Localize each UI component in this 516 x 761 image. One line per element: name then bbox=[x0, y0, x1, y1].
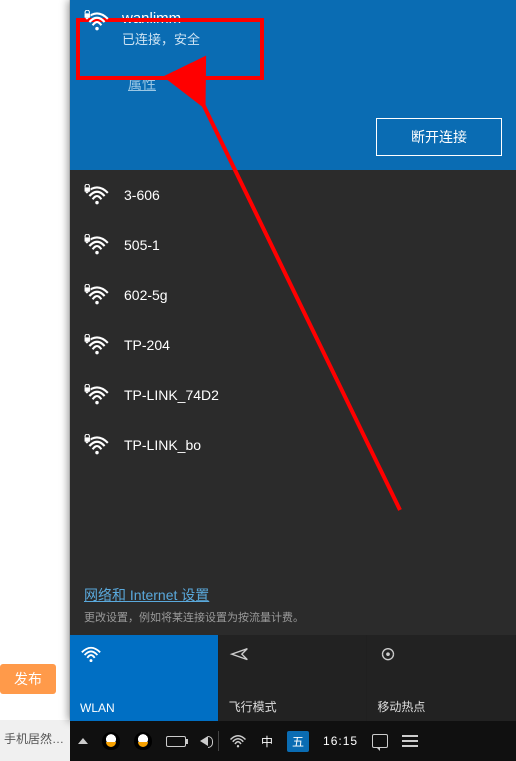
tray-app-qq[interactable] bbox=[130, 721, 156, 761]
tray-clock[interactable]: 16:15 bbox=[319, 721, 362, 761]
tile-wlan[interactable]: WLAN bbox=[70, 635, 219, 721]
tile-label: 移动热点 bbox=[377, 698, 505, 715]
network-ssid: 602-5g bbox=[124, 287, 168, 303]
network-item[interactable]: TP-LINK_74D2 bbox=[70, 370, 516, 420]
connected-network[interactable]: wanlimm 已连接，安全 属性 断开连接 bbox=[70, 0, 516, 170]
wifi-icon bbox=[229, 733, 247, 749]
ime-day-badge: 五 bbox=[287, 731, 309, 752]
publish-button[interactable]: 发布 bbox=[0, 664, 56, 694]
network-ssid: 505-1 bbox=[124, 237, 160, 253]
lines-icon bbox=[402, 735, 418, 747]
wifi-secured-icon bbox=[84, 334, 110, 356]
quick-action-tiles: WLAN 飞行模式 移动热点 bbox=[70, 635, 516, 721]
wifi-secured-icon bbox=[84, 184, 110, 206]
connected-ssid: wanlimm bbox=[122, 10, 200, 27]
divider bbox=[218, 731, 219, 751]
network-item[interactable]: 505-1 bbox=[70, 220, 516, 270]
disconnect-button[interactable]: 断开连接 bbox=[376, 118, 502, 156]
network-item[interactable]: 3-606 bbox=[70, 170, 516, 220]
wifi-secured-icon bbox=[84, 10, 110, 32]
penguin-icon bbox=[134, 732, 152, 750]
wifi-secured-icon bbox=[84, 284, 110, 306]
wifi-secured-icon bbox=[84, 434, 110, 456]
connected-status: 已连接，安全 bbox=[122, 29, 200, 48]
penguin-icon bbox=[102, 732, 120, 750]
network-item[interactable]: TP-LINK_bo bbox=[70, 420, 516, 470]
tile-hotspot[interactable]: 移动热点 bbox=[367, 635, 516, 721]
properties-link[interactable]: 属性 bbox=[128, 74, 502, 94]
page-snippet-text: 手机居然… bbox=[0, 728, 68, 749]
tray-network[interactable] bbox=[225, 721, 251, 761]
tile-label: 飞行模式 bbox=[229, 698, 357, 715]
wifi-secured-icon bbox=[84, 384, 110, 406]
ime-day[interactable]: 五 bbox=[283, 721, 313, 761]
network-ssid: 3-606 bbox=[124, 187, 160, 203]
tile-label: WLAN bbox=[80, 701, 208, 715]
tray-task-view[interactable] bbox=[398, 721, 422, 761]
tile-airplane[interactable]: 飞行模式 bbox=[219, 635, 368, 721]
tray-app-qq[interactable] bbox=[98, 721, 124, 761]
tray-volume[interactable] bbox=[196, 721, 212, 761]
network-ssid: TP-LINK_74D2 bbox=[124, 387, 219, 403]
battery-icon bbox=[166, 736, 186, 747]
available-networks-list: 3-606 505-1 602-5g TP-204 TP-LINK_74D2 bbox=[70, 170, 516, 577]
airplane-icon bbox=[229, 645, 251, 665]
network-settings-link[interactable]: 网络和 Internet 设置 bbox=[84, 585, 502, 605]
tray-action-center[interactable] bbox=[368, 721, 392, 761]
network-flyout: wanlimm 已连接，安全 属性 断开连接 3-606 505-1 602-5… bbox=[70, 0, 516, 721]
notification-icon bbox=[372, 734, 388, 748]
wifi-icon bbox=[80, 645, 102, 665]
hotspot-icon bbox=[377, 645, 399, 665]
taskbar: 中 五 16:15 bbox=[70, 721, 516, 761]
chevron-up-icon bbox=[78, 738, 88, 744]
network-ssid: TP-LINK_bo bbox=[124, 437, 201, 453]
tray-expand-button[interactable] bbox=[74, 721, 92, 761]
network-item[interactable]: TP-204 bbox=[70, 320, 516, 370]
ime-language[interactable]: 中 bbox=[257, 721, 277, 761]
network-settings-subtext: 更改设置，例如将某连接设置为按流量计费。 bbox=[84, 609, 502, 625]
network-ssid: TP-204 bbox=[124, 337, 170, 353]
speaker-icon bbox=[200, 736, 208, 746]
network-item[interactable]: 602-5g bbox=[70, 270, 516, 320]
wifi-secured-icon bbox=[84, 234, 110, 256]
tray-battery[interactable] bbox=[162, 721, 190, 761]
